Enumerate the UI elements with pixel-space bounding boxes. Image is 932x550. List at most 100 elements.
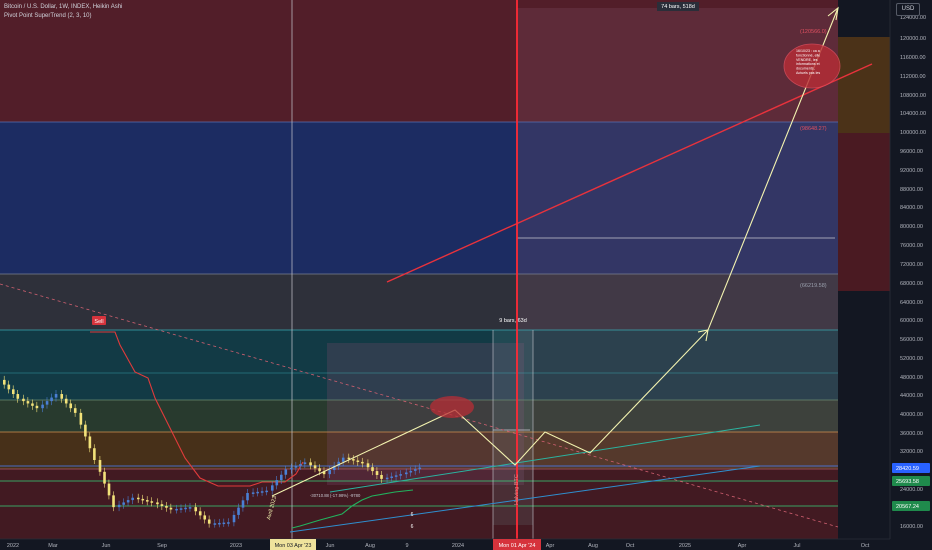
candle-body [218, 522, 221, 525]
candle-body [284, 469, 288, 475]
x-tick-label: Jul [793, 543, 800, 549]
candle-body [414, 469, 417, 471]
candle-body [385, 477, 389, 480]
x-highlight-label: Mon 03 Apr '23 [275, 543, 312, 549]
y-tick-label: 84000.00 [900, 205, 923, 211]
annotation-ellipse-center [430, 396, 474, 418]
x-tick-label: 2022 [7, 543, 19, 549]
candle-body [294, 465, 298, 468]
candle-body [194, 507, 198, 512]
candle-body [418, 467, 422, 470]
candle-body [98, 460, 102, 472]
candle-body [16, 394, 20, 399]
candle-body [22, 398, 25, 402]
y-tick-label: 36000.00 [900, 431, 923, 437]
x-tick-label: Apr [738, 543, 747, 549]
candle-body [165, 505, 168, 508]
candle-body [54, 394, 58, 398]
x-tick-label: Jun [102, 543, 111, 549]
candle-body [380, 474, 383, 479]
candle-body [256, 491, 259, 494]
candle-body [318, 468, 321, 472]
y-tick-label: 48000.00 [900, 375, 923, 381]
x-tick-label: Apr [546, 543, 555, 549]
x-axis [0, 538, 890, 550]
candle-body [60, 394, 64, 399]
candle-body [303, 462, 307, 465]
annotation-text: 74 bars, 518d [661, 4, 695, 10]
y-tick-label: 60000.00 [900, 318, 923, 324]
x-tick-label: Aug [365, 543, 375, 549]
price-label: 20567.24 [896, 504, 919, 510]
candle-body [207, 519, 211, 524]
candle-body [64, 398, 68, 404]
annotation-text: 6 [411, 524, 414, 530]
candle-body [371, 467, 374, 472]
candle-body [112, 495, 115, 508]
annotation-text: (98648.27) [800, 126, 827, 132]
candle-body [227, 522, 230, 524]
y-tick-label: 112000.00 [900, 74, 926, 80]
annotation-text: (120566.0) [800, 29, 827, 35]
annotation-text: 9 bars, 63d [499, 318, 527, 324]
candle-body [405, 472, 408, 475]
price-chart[interactable]: 74 bars, 518d 9 bars, 63d (120566.0) (98648… [0, 0, 932, 550]
candle-body [309, 462, 312, 466]
x-tick-label: 2025 [679, 543, 691, 549]
candle-body [126, 500, 130, 503]
annotation-text: 6 [411, 512, 414, 518]
candle-body [50, 397, 53, 402]
y-tick-label: 104000.00 [900, 111, 926, 117]
y-tick-label: 88000.00 [900, 187, 923, 193]
x-tick-label: 9 [405, 543, 408, 549]
annotation-text: -30710.88 (-17.98%) -9780 [310, 493, 361, 498]
x-tick-label: Oct [861, 543, 870, 549]
y-tick-label: 116000.00 [900, 55, 926, 61]
candle-body [107, 483, 111, 496]
y-tick-label: 108000.00 [900, 93, 926, 99]
candle-body [246, 493, 249, 501]
y-tick-label: 24000.00 [900, 487, 923, 493]
candle-body [146, 500, 149, 502]
candle-body [265, 490, 268, 493]
candle-body [117, 504, 121, 508]
annotation-text: (66219.58) [800, 283, 827, 289]
y-tick-label: 32000.00 [900, 449, 923, 455]
candle-body [160, 504, 164, 506]
currency-button[interactable]: USD [896, 3, 920, 16]
annotation-text: Sell [94, 319, 103, 325]
candle-body [399, 474, 402, 476]
y-tick-label: 96000.00 [900, 149, 923, 155]
zone-right-red [838, 133, 890, 291]
candle-body [137, 497, 140, 500]
candle-body [12, 389, 15, 395]
x-tick-label: Sep [157, 543, 167, 549]
candle-body [271, 485, 274, 491]
candle-body [93, 448, 96, 461]
candle-body [35, 405, 39, 409]
candle-body [409, 470, 413, 473]
candle-body [31, 403, 34, 406]
x-tick-label: 2023 [230, 543, 242, 549]
candle-body [275, 480, 279, 486]
price-label: 25693.58 [896, 479, 919, 485]
candle-body [150, 501, 154, 503]
candle-body [88, 436, 92, 449]
candle-body [179, 508, 183, 510]
candle-body [328, 470, 332, 475]
candle-body [141, 498, 145, 501]
candle-body [241, 500, 245, 508]
annotation-text: 16/10/23 : ca a fonctionné, elle VENDRE, l… [796, 49, 820, 75]
candle-body [131, 497, 134, 501]
background-zones [0, 0, 890, 539]
candle-body [69, 403, 73, 409]
candle-body [3, 379, 6, 385]
candle-body [352, 459, 355, 461]
candle-body [26, 401, 30, 404]
y-tick-label: 52000.00 [900, 356, 923, 362]
y-tick-label: 120000.00 [900, 36, 926, 42]
candle-body [356, 460, 360, 462]
y-tick-label: 92000.00 [900, 168, 923, 174]
range-box-small [493, 330, 533, 525]
candle-body [232, 514, 236, 523]
